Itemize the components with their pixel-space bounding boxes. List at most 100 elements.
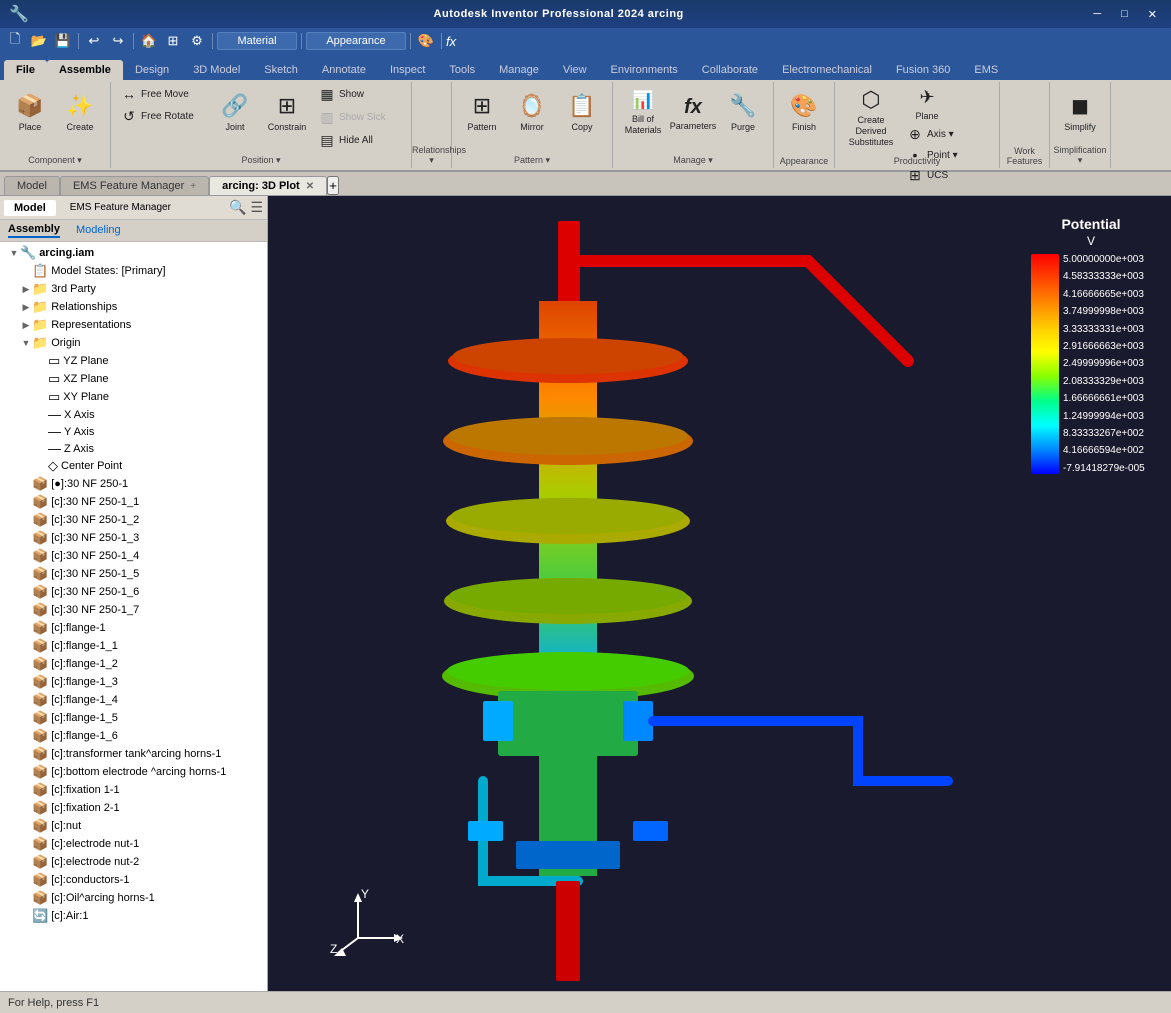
new-file-btn[interactable]: 🗋 xyxy=(4,30,26,52)
tree-item-conductors[interactable]: 📦 [c]:conductors-1 xyxy=(0,871,267,889)
parameters-button[interactable]: fx Parameters xyxy=(669,84,717,142)
minimize-btn[interactable]: ─ xyxy=(1087,8,1107,20)
ems-tab-close[interactable]: + xyxy=(190,181,196,192)
create-button[interactable]: ✨ Create xyxy=(56,84,104,142)
tree-item-nf250-1-1[interactable]: 📦 [c]:30 NF 250-1_1 xyxy=(0,493,267,511)
joint-button[interactable]: 🔗 Joint xyxy=(211,84,259,142)
tree-item-nf250-1[interactable]: 📦 [●]:30 NF 250-1 xyxy=(0,475,267,493)
tree-item-flange-1-1[interactable]: 📦 [c]:flange-1_1 xyxy=(0,637,267,655)
doc-tab-model[interactable]: Model xyxy=(4,176,60,195)
tree-item-flange-1-2[interactable]: 📦 [c]:flange-1_2 xyxy=(0,655,267,673)
tree-item-representations[interactable]: ▶ 📁 Representations xyxy=(0,316,267,334)
copy-button[interactable]: 📋 Copy xyxy=(558,84,606,142)
3d-viewport[interactable]: Potential V 5.00000000e+003 4.58333333e+… xyxy=(268,196,1171,991)
open-btn[interactable]: 📂 xyxy=(28,30,50,52)
tree-item-y-axis[interactable]: — Y Axis xyxy=(0,423,267,440)
tab-file[interactable]: File xyxy=(4,60,47,80)
tab-fusion360[interactable]: Fusion 360 xyxy=(884,60,962,80)
purge-button[interactable]: 🔧 Purge xyxy=(719,84,767,142)
tab-3dmodel[interactable]: 3D Model xyxy=(181,60,252,80)
list-icon[interactable]: ☰ xyxy=(250,199,263,216)
tree-item-x-axis[interactable]: — X Axis xyxy=(0,406,267,423)
simplify-button[interactable]: ◼ Simplify xyxy=(1056,84,1104,142)
tree-item-flange-1-6[interactable]: 📦 [c]:flange-1_6 xyxy=(0,727,267,745)
tree-item-yz-plane[interactable]: ▭ YZ Plane xyxy=(0,352,267,370)
tab-design[interactable]: Design xyxy=(123,60,181,80)
tree-item-nf250-1-5[interactable]: 📦 [c]:30 NF 250-1_5 xyxy=(0,565,267,583)
ucs-button[interactable]: ⊞ UCS xyxy=(903,165,993,186)
tab-inspect[interactable]: Inspect xyxy=(378,60,437,80)
tab-sketch[interactable]: Sketch xyxy=(252,60,310,80)
relationships-toggle[interactable]: ▶ xyxy=(20,302,32,313)
show-button[interactable]: ▦ Show xyxy=(315,84,405,105)
color-scheme-btn[interactable]: 🎨 xyxy=(415,30,437,52)
tree-item-model-states[interactable]: 📋 Model States: [Primary] xyxy=(0,262,267,280)
tree-item-nf250-1-2[interactable]: 📦 [c]:30 NF 250-1_2 xyxy=(0,511,267,529)
tree-item-root[interactable]: ▼ 🔧 arcing.iam xyxy=(0,244,267,262)
tree-item-transformer[interactable]: 📦 [c]:transformer tank^arcing horns-1 xyxy=(0,745,267,763)
tab-assemble[interactable]: Assemble xyxy=(47,60,123,80)
tab-collaborate[interactable]: Collaborate xyxy=(690,60,770,80)
tree-item-flange-1-5[interactable]: 📦 [c]:flange-1_5 xyxy=(0,709,267,727)
tree-item-relationships[interactable]: ▶ 📁 Relationships xyxy=(0,298,267,316)
settings-btn[interactable]: ⚙ xyxy=(186,30,208,52)
tree-item-fixation-1[interactable]: 📦 [c]:fixation 1-1 xyxy=(0,781,267,799)
undo-btn[interactable]: ↩ xyxy=(83,30,105,52)
constrain-button[interactable]: ⊞ Constrain xyxy=(263,84,311,142)
appearance-dropdown[interactable]: Appearance xyxy=(306,32,406,50)
create-derived-button[interactable]: ⬡ Create DerivedSubstitutes xyxy=(841,84,901,151)
tree-item-center-point[interactable]: ◇ Center Point xyxy=(0,457,267,475)
tree-item-flange-1-3[interactable]: 📦 [c]:flange-1_3 xyxy=(0,673,267,691)
tree-item-nf250-1-7[interactable]: 📦 [c]:30 NF 250-1_7 xyxy=(0,601,267,619)
pattern-button[interactable]: ⊞ Pattern xyxy=(458,84,506,142)
tree-item-nf250-1-4[interactable]: 📦 [c]:30 NF 250-1_4 xyxy=(0,547,267,565)
close-btn[interactable]: ✕ xyxy=(1142,8,1163,21)
3dplot-tab-close[interactable]: ✕ xyxy=(306,181,314,192)
tree-item-electrode-nut-2[interactable]: 📦 [c]:electrode nut-2 xyxy=(0,853,267,871)
hide-all-button[interactable]: ▤ Hide All xyxy=(315,130,405,151)
maximize-btn[interactable]: □ xyxy=(1115,8,1134,20)
3rdparty-toggle[interactable]: ▶ xyxy=(20,284,32,295)
tab-ems[interactable]: EMS xyxy=(962,60,1010,80)
axis-button[interactable]: ⊕ Axis ▾ xyxy=(903,124,993,145)
finish-button[interactable]: 🎨 Finish xyxy=(780,84,828,142)
tree-item-flange-1[interactable]: 📦 [c]:flange-1 xyxy=(0,619,267,637)
tab-tools[interactable]: Tools xyxy=(437,60,487,80)
origin-toggle[interactable]: ▼ xyxy=(20,338,32,348)
place-button[interactable]: 📦 Place xyxy=(6,84,54,142)
tab-environments[interactable]: Environments xyxy=(599,60,690,80)
tree-item-electrode-nut-1[interactable]: 📦 [c]:electrode nut-1 xyxy=(0,835,267,853)
search-icon[interactable]: 🔍 xyxy=(229,199,246,216)
material-dropdown[interactable]: Material xyxy=(217,32,297,50)
tree-item-bottom-electrode[interactable]: 📦 [c]:bottom electrode ^arcing horns-1 xyxy=(0,763,267,781)
tree-item-air[interactable]: 🔄 [c]:Air:1 xyxy=(0,907,267,925)
root-toggle[interactable]: ▼ xyxy=(8,248,20,258)
tree-item-nf250-1-6[interactable]: 📦 [c]:30 NF 250-1_6 xyxy=(0,583,267,601)
tab-electromechanical[interactable]: Electromechanical xyxy=(770,60,884,80)
tree-item-nf250-1-3[interactable]: 📦 [c]:30 NF 250-1_3 xyxy=(0,529,267,547)
save-btn[interactable]: 💾 xyxy=(52,30,74,52)
tree-item-xz-plane[interactable]: ▭ XZ Plane xyxy=(0,370,267,388)
representations-toggle[interactable]: ▶ xyxy=(20,320,32,331)
free-rotate-button[interactable]: ↺ Free Rotate xyxy=(117,106,207,127)
tree-item-oil[interactable]: 📦 [c]:Oil^arcing horns-1 xyxy=(0,889,267,907)
tab-manage[interactable]: Manage xyxy=(487,60,551,80)
tree-item-3rdparty[interactable]: ▶ 📁 3rd Party xyxy=(0,280,267,298)
bom-button[interactable]: 📊 Bill ofMaterials xyxy=(619,84,667,142)
panel-tab-ems[interactable]: EMS Feature Manager xyxy=(60,200,181,215)
plane-button[interactable]: ✈ Plane xyxy=(903,84,951,124)
free-move-button[interactable]: ↔ Free Move xyxy=(117,84,207,104)
mirror-button[interactable]: 🪞 Mirror xyxy=(508,84,556,142)
show-sick-button[interactable]: ▥ Show Sick xyxy=(315,107,405,128)
tab-view[interactable]: View xyxy=(551,60,599,80)
tab-annotate[interactable]: Annotate xyxy=(310,60,378,80)
tree-item-z-axis[interactable]: — Z Axis xyxy=(0,440,267,457)
tree-item-flange-1-4[interactable]: 📦 [c]:flange-1_4 xyxy=(0,691,267,709)
subtab-modeling[interactable]: Modeling xyxy=(76,224,121,237)
subtab-assembly[interactable]: Assembly xyxy=(8,223,60,238)
tree-item-xy-plane[interactable]: ▭ XY Plane xyxy=(0,388,267,406)
panel-tab-model[interactable]: Model xyxy=(4,200,56,216)
redo-btn[interactable]: ↪ xyxy=(107,30,129,52)
tree-item-nut[interactable]: 📦 [c]:nut xyxy=(0,817,267,835)
home-btn[interactable]: 🏠 xyxy=(138,30,160,52)
